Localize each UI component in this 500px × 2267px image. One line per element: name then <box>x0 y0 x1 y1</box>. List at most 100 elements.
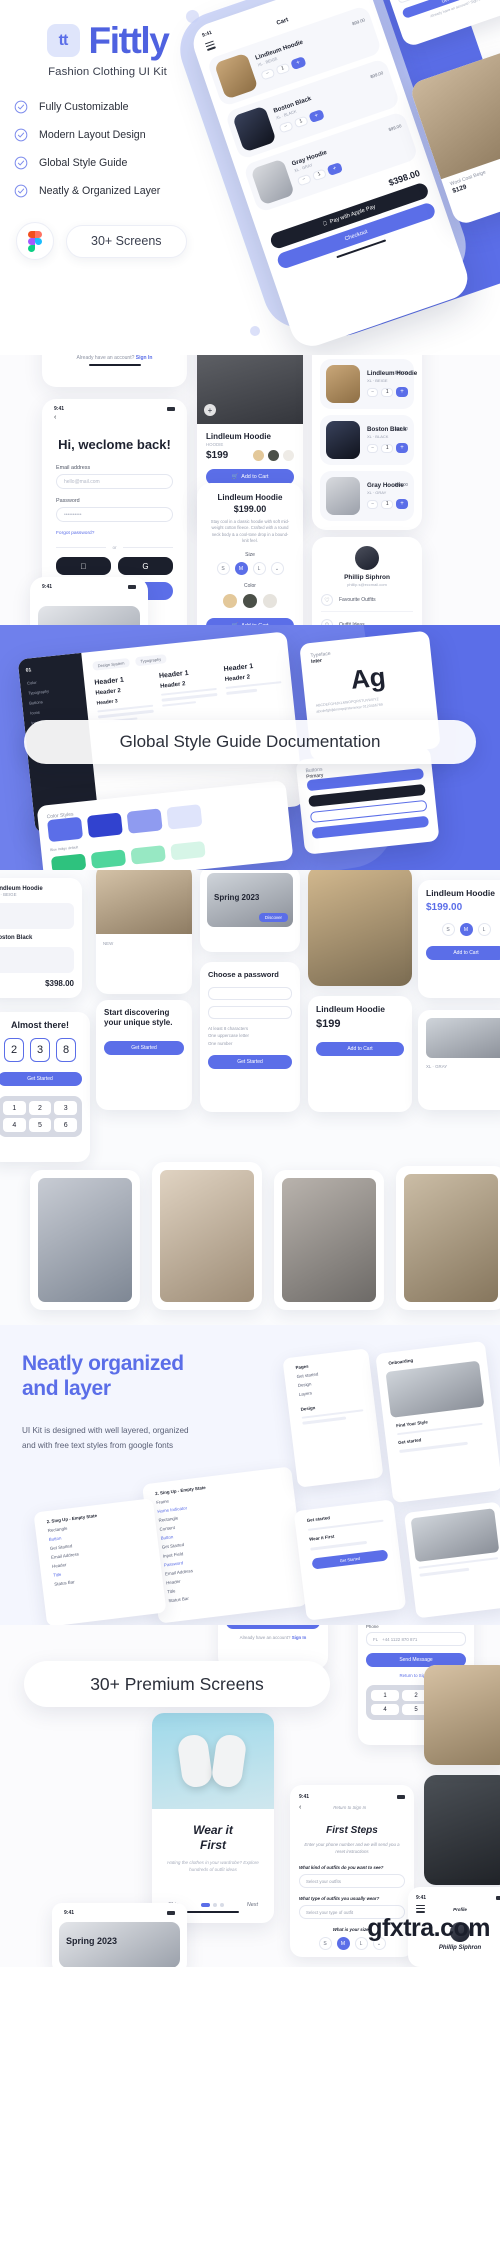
size-option-l[interactable]: L <box>252 562 266 576</box>
add-icon[interactable]: + <box>204 404 216 416</box>
keypad-key[interactable]: 6 <box>54 1118 77 1132</box>
size-option-m[interactable]: M <box>459 923 473 936</box>
size-option-l[interactable]: L <box>354 1937 368 1951</box>
add-to-cart-button[interactable]: Add to Cart <box>316 1042 404 1056</box>
qty-decrease-button[interactable]: − <box>260 67 276 81</box>
breadcrumb-typography[interactable]: Typography <box>134 654 167 667</box>
size-option-s[interactable]: S <box>216 562 230 576</box>
confirm-password-input[interactable] <box>208 1006 292 1019</box>
color-option[interactable] <box>223 594 237 609</box>
qty-decrease-button[interactable]: − <box>296 173 312 187</box>
size-more-button[interactable]: ⌄ <box>270 562 284 576</box>
heading-line-2: First <box>199 1838 226 1852</box>
qty-decrease-button[interactable]: − <box>367 387 379 397</box>
return-signin-link[interactable]: Return to Sign In <box>333 1805 366 1810</box>
continue-button[interactable]: Get Started <box>0 1072 82 1086</box>
google-icon: G <box>142 561 149 571</box>
model-image <box>424 1665 500 1765</box>
size-option-s[interactable]: S <box>441 923 455 936</box>
heading-line-1: Neatly organized <box>22 1352 184 1375</box>
qty-increase-button[interactable]: + <box>326 162 344 177</box>
qty-increase-button[interactable]: + <box>308 109 325 124</box>
chevron-left-icon[interactable]: ‹ <box>299 1804 301 1811</box>
product-image: + <box>197 355 303 424</box>
qty-increase-button[interactable]: + <box>395 443 408 454</box>
cart-row[interactable]: $99.00 Lindleum Hoodie XL · BEIGE −1 + <box>320 358 418 409</box>
forgot-password-link[interactable]: Forgot password? <box>42 531 187 536</box>
qty-increase-button[interactable]: + <box>395 387 408 398</box>
sidebar-item-typography[interactable]: Typography <box>28 685 78 695</box>
add-to-cart-button[interactable]: Add to Cart <box>426 946 500 960</box>
otp-digit[interactable]: 8 <box>56 1038 76 1062</box>
get-started-button[interactable]: Get Started <box>104 1040 184 1055</box>
sidebar-item-color[interactable]: Color <box>27 676 77 686</box>
otp-digit[interactable]: 3 <box>30 1038 50 1062</box>
google-signin-button[interactable]: G <box>118 557 173 576</box>
keypad-key[interactable]: 4 <box>3 1118 26 1132</box>
keypad-key[interactable]: 2 <box>28 1101 52 1115</box>
keypad-key[interactable]: 5 <box>28 1118 52 1132</box>
sidebar-item-icons[interactable]: Icons <box>30 705 80 716</box>
qty-decrease-button[interactable]: − <box>278 120 294 134</box>
home-indicator <box>187 1910 239 1914</box>
phone-input[interactable]: FL +44 1122 870 871 <box>366 1632 466 1647</box>
qty-decrease-button[interactable]: − <box>367 499 379 509</box>
check-circle-icon <box>14 128 28 142</box>
get-started-button[interactable]: Get Started <box>311 1549 389 1570</box>
otp-digit[interactable]: 2 <box>4 1038 24 1062</box>
color-option[interactable] <box>263 594 277 609</box>
figma-icon[interactable] <box>16 222 54 260</box>
model-image <box>160 1170 254 1302</box>
collage-spring-card: Spring 2023 Discover <box>200 870 300 952</box>
item-name: Boston Black <box>367 426 407 434</box>
qty-increase-button[interactable]: + <box>290 56 307 71</box>
swatch[interactable] <box>253 450 264 461</box>
product-thumbnail <box>213 52 259 100</box>
apple-signin-button[interactable]:  <box>56 557 111 576</box>
swatch-lighter-indigo <box>126 808 163 834</box>
swatch-blue-indigo <box>47 816 84 843</box>
breadcrumb-design-system[interactable]: Design System <box>92 657 130 671</box>
color-option[interactable] <box>243 594 257 609</box>
keypad-key[interactable]: 3 <box>54 1101 77 1115</box>
keypad-key[interactable]: 1 <box>3 1101 26 1115</box>
sidebar-item-buttons[interactable]: Buttons <box>29 695 79 705</box>
cart-total: $398.00 <box>312 527 422 531</box>
email-input[interactable]: hello@mail.com <box>56 474 173 490</box>
neatly-organized-section: Neatly organized and layer UI Kit is des… <box>0 1325 500 1625</box>
profile-menu-item[interactable]: ♡ Favourite Outfits <box>321 594 413 612</box>
password-input[interactable] <box>208 987 292 1000</box>
item-name: Lindleum Hoodie <box>367 370 418 378</box>
collage-password-card: Choose a password At least 8 characters O… <box>200 962 300 1112</box>
outfit-select[interactable]: Select your outfits <box>299 1874 405 1889</box>
signin-prompt: Already have an account? Sign In <box>42 355 187 361</box>
keypad: 1 2 3 4 5 6 <box>0 1096 82 1137</box>
keypad-key[interactable]: 1 <box>371 1690 399 1702</box>
cart-row[interactable]: $99.00 Boston Black XL · BLACK −1 + <box>320 414 414 465</box>
size-option-l[interactable]: L <box>477 923 491 936</box>
qty-increase-button[interactable]: + <box>395 499 408 510</box>
next-button[interactable]: Next <box>247 1902 258 1908</box>
screens-badge[interactable]: 30+ Screens <box>66 224 187 258</box>
qty-decrease-button[interactable]: − <box>367 443 379 453</box>
continue-button[interactable]: Get Started <box>208 1055 292 1070</box>
signin-link[interactable]: Sign In <box>136 355 153 361</box>
cart-row[interactable]: $99.00 Gray Hoodie XL · GRAY −1 + <box>320 470 414 521</box>
size-option-m[interactable]: M <box>336 1937 350 1951</box>
onboarding-preview-panel: Onboarding Find Your Style Get started <box>375 1340 500 1504</box>
swatch[interactable] <box>283 450 294 461</box>
chevron-left-icon[interactable]: ‹ <box>42 414 187 427</box>
discover-button[interactable]: Discover <box>258 913 288 922</box>
swatch[interactable] <box>268 450 279 461</box>
collage-model-card-6 <box>424 1665 500 1765</box>
signin-link[interactable]: Sign In <box>292 1635 307 1640</box>
layers-panel: 2. Sing Up - Empty State Frame Home Indi… <box>142 1466 308 1624</box>
get-started-button[interactable]: Get Started <box>226 1625 320 1629</box>
keypad-key[interactable]: 4 <box>371 1704 399 1716</box>
add-to-cart-button[interactable]: 🛒 Add to Cart <box>206 618 294 625</box>
size-option-s[interactable]: S <box>318 1937 332 1951</box>
layers-panel-secondary: 2. Sing Up - Empty State Rectangle Butto… <box>33 1498 167 1625</box>
size-option-m[interactable]: M <box>234 562 248 576</box>
watermark: gfxtra.com <box>367 1914 490 1942</box>
password-input[interactable]: •••••••••• <box>56 507 173 523</box>
